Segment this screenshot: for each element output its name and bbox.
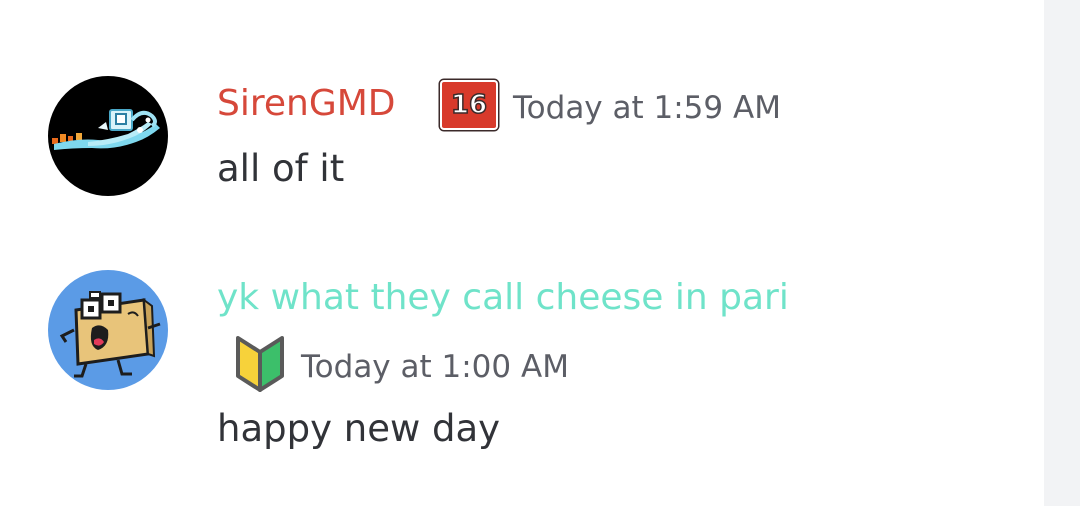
chat-message: yk what they call cheese in pari Today a… — [0, 270, 1044, 470]
role-badge-label: 16 — [450, 89, 488, 121]
chat-message: SirenGMD 16 Today at 1:59 AM all of it — [0, 76, 1044, 206]
beginner-mark-icon[interactable] — [232, 332, 288, 396]
role-badge[interactable]: 16 — [440, 80, 498, 130]
message-timestamp[interactable]: Today at 1:00 AM — [301, 347, 569, 387]
message-author[interactable]: yk what they call cheese in pari — [217, 276, 789, 320]
message-author[interactable]: SirenGMD — [217, 82, 396, 126]
cheese-character-avatar-icon — [48, 270, 168, 390]
scrollbar-track[interactable] — [1044, 0, 1080, 506]
user-avatar[interactable] — [48, 270, 168, 390]
chat-message-list: SirenGMD 16 Today at 1:59 AM all of it y… — [0, 0, 1044, 506]
message-content: all of it — [217, 147, 345, 190]
message-content: happy new day — [217, 407, 501, 450]
user-avatar[interactable] — [48, 76, 168, 196]
message-timestamp[interactable]: Today at 1:59 AM — [513, 88, 781, 128]
siren-avatar-icon — [48, 76, 168, 196]
beginner-mark-svg — [236, 336, 284, 392]
